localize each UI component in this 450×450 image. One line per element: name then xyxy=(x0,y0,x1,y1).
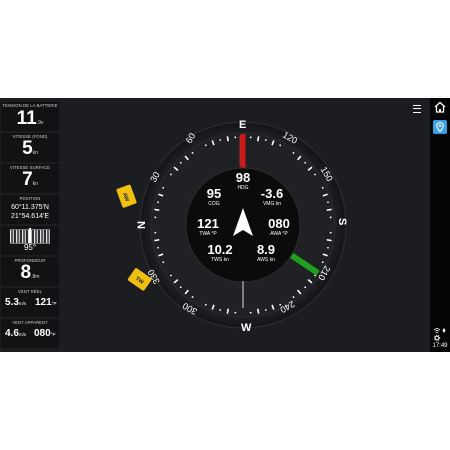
aws-value: 8.9 xyxy=(257,242,275,257)
compass-minor-tick xyxy=(162,261,165,264)
menu-button[interactable] xyxy=(411,102,423,114)
cardinal-east: E xyxy=(239,119,246,131)
twa-value: 121 xyxy=(197,216,219,231)
cardinal-west: W xyxy=(241,322,252,334)
compass-minor-tick xyxy=(179,161,182,164)
compass-minor-tick xyxy=(170,173,172,176)
compass-major-tick xyxy=(154,208,160,212)
compass-major-tick xyxy=(256,136,260,142)
app-screen: TENSION DE LA BATTERIE 11.9v VITESSE (FO… xyxy=(0,98,450,352)
compass-major-tick xyxy=(326,238,332,242)
compass-minor-tick xyxy=(170,274,172,277)
compass-minor-tick xyxy=(204,144,207,147)
tws-label: TWS kn xyxy=(211,257,229,263)
compass-minor-tick xyxy=(249,311,252,314)
compass-minor-tick xyxy=(191,152,194,154)
hdg-value: 98 xyxy=(236,170,250,185)
compass-minor-tick xyxy=(154,231,157,234)
compass-minor-tick xyxy=(329,231,332,234)
gps-icon xyxy=(442,328,446,333)
cardinal-south: S xyxy=(336,218,348,225)
map-button[interactable] xyxy=(433,120,447,134)
compass-minor-tick xyxy=(219,309,222,311)
clock: 17:49 xyxy=(432,343,448,349)
compass-minor-tick xyxy=(321,186,324,189)
compass-minor-tick xyxy=(327,201,329,204)
compass-minor-tick xyxy=(157,201,159,204)
twa-label: TWA °P xyxy=(199,231,217,237)
vmg-value: -3.6 xyxy=(261,186,283,201)
cardinal-north: N xyxy=(136,221,148,229)
menu-icon xyxy=(413,105,421,113)
compass-major-tick xyxy=(226,136,230,142)
hdg-label: HDG xyxy=(237,185,248,191)
compass-minor-tick xyxy=(204,303,207,306)
cog-value: 95 xyxy=(207,186,221,201)
compass-minor-tick xyxy=(314,173,316,176)
compass-minor-tick xyxy=(154,216,157,219)
compass-major-tick xyxy=(154,238,160,242)
home-button[interactable] xyxy=(433,100,447,114)
compass-minor-tick xyxy=(162,186,165,189)
compass-major-tick xyxy=(226,308,230,314)
home-icon xyxy=(434,101,446,113)
right-status-bar: 17:49 xyxy=(430,98,450,352)
compass-minor-tick xyxy=(234,136,237,139)
apparent-wind-tag: AW xyxy=(116,184,137,208)
tws-value: 10.2 xyxy=(207,242,232,257)
compass-minor-tick xyxy=(264,139,267,141)
awa-label: AWA °P xyxy=(270,231,288,237)
compass-minor-tick xyxy=(292,152,295,154)
compass-minor-tick xyxy=(179,286,182,289)
vmg-label: VMG kn xyxy=(263,201,281,207)
compass-minor-tick xyxy=(249,136,252,139)
wifi-icon xyxy=(433,328,441,334)
compass-display: E S W N 60 120 150 210 240 300 330 30 AW… xyxy=(116,119,348,334)
gear-icon xyxy=(433,334,441,342)
compass-minor-tick xyxy=(219,139,222,141)
true-wind-tag: TW xyxy=(127,268,152,291)
compass-minor-tick xyxy=(321,261,324,264)
cog-label: COG xyxy=(208,201,220,207)
compass-major-tick xyxy=(256,308,260,314)
compass-minor-tick xyxy=(264,309,267,311)
compass-major-tick xyxy=(326,208,332,212)
compass-minor-tick xyxy=(292,296,295,298)
aws-label: AWS kn xyxy=(257,257,275,263)
compass-minor-tick xyxy=(304,161,307,164)
compass-minor-tick xyxy=(191,296,194,298)
compass-minor-tick xyxy=(327,246,329,249)
compass-minor-tick xyxy=(234,311,237,314)
compass-minor-tick xyxy=(157,246,159,249)
map-pin-icon xyxy=(436,121,444,133)
awa-value: 080 xyxy=(268,216,290,231)
compass-minor-tick xyxy=(304,286,307,289)
compass-minor-tick xyxy=(279,144,282,147)
compass-minor-tick xyxy=(329,216,332,219)
